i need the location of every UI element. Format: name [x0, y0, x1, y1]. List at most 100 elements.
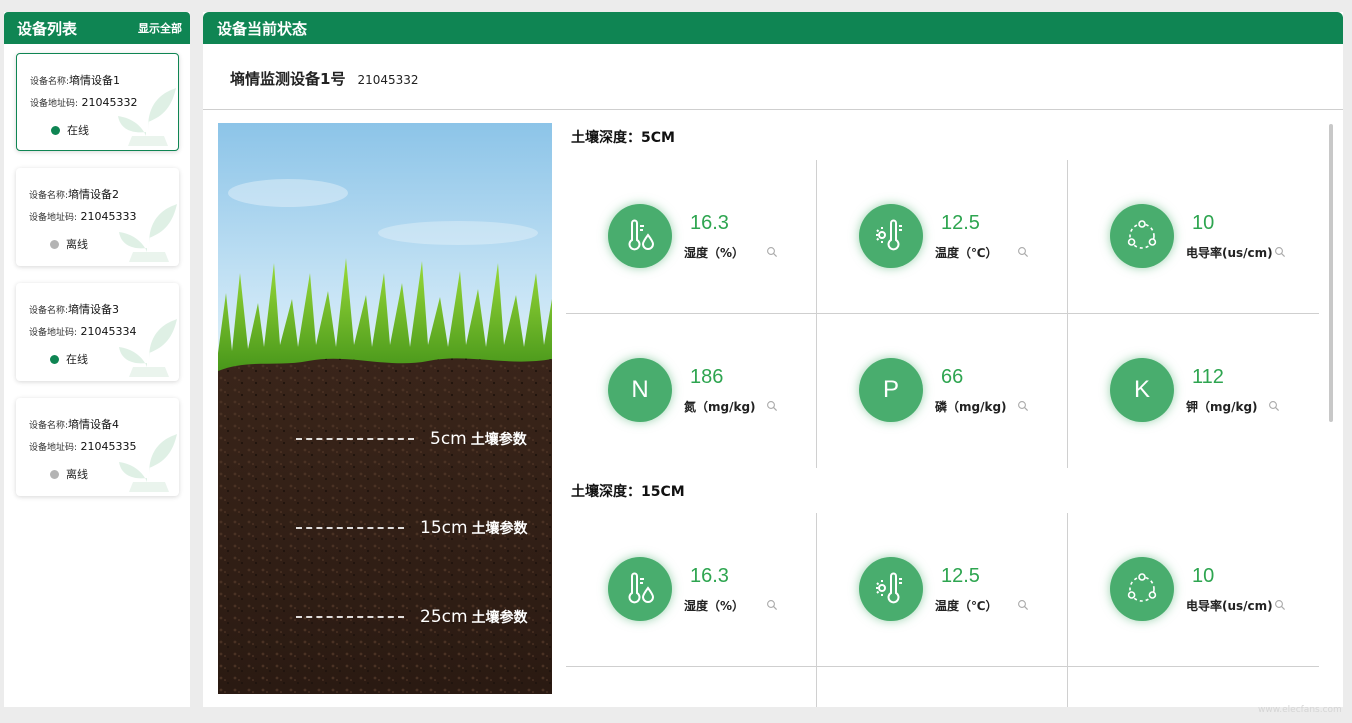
soil-layer-label: 5cm 土壤参数: [296, 429, 527, 449]
metric-label: 钾（mg/kg): [1186, 400, 1258, 414]
metric-value: 12.5: [941, 565, 980, 587]
device-name-key: 设备名称:: [29, 421, 69, 431]
watermark: www.elecfans.com: [1258, 705, 1342, 715]
status-dot: [51, 125, 60, 135]
conductivity-icon: [1110, 204, 1174, 268]
plant-icon: [119, 434, 177, 492]
device-list-title: 设备列表: [17, 19, 78, 38]
status-dot: [50, 354, 59, 364]
device-card[interactable]: 设备名称:墒情设备2 设备地址码: 21045333 离线: [16, 168, 179, 266]
layer-dashed-line: [296, 527, 404, 529]
phosphorus-icon: P: [859, 358, 923, 422]
layer-text: 土壤参数: [471, 610, 528, 626]
grid-divider: [816, 160, 817, 468]
magnify-icon[interactable]: [766, 400, 778, 412]
status-text: 在线: [66, 353, 88, 366]
magnify-icon[interactable]: [766, 599, 778, 611]
device-addr-key: 设备地址码:: [29, 443, 78, 453]
status-text: 离线: [66, 238, 88, 251]
magnify-icon[interactable]: [766, 246, 778, 258]
metric-value: 12.5: [941, 212, 980, 234]
device-card[interactable]: 设备名称:墒情设备1 设备地址码: 21045332 在线: [16, 53, 179, 151]
device-addr-key: 设备地址码:: [30, 99, 79, 109]
magnify-icon[interactable]: [1274, 246, 1286, 258]
metric-value: 66: [941, 366, 964, 388]
current-device-info: 墒情监测设备1号 21045332: [230, 68, 419, 89]
metric-label: 电导率(us/cm): [1186, 599, 1273, 613]
device-status: 离线: [50, 466, 88, 482]
device-name: 墒情设备2: [68, 188, 120, 201]
status-dot: [50, 239, 59, 249]
device-name: 墒情设备3: [68, 303, 120, 316]
device-name-row: 设备名称:墒情设备3: [29, 301, 119, 317]
magnify-icon[interactable]: [1017, 400, 1029, 412]
metric-card: 16.3 湿度（%）: [566, 513, 816, 667]
device-name-key: 设备名称:: [29, 191, 69, 201]
metric-label: 磷（mg/kg): [935, 400, 1007, 414]
metric-value: 16.3: [690, 565, 729, 587]
temperature-icon: [859, 557, 923, 621]
grid-divider: [566, 313, 1319, 314]
layer-text: 土壤参数: [471, 521, 528, 537]
metric-card: 16.3 湿度（%）: [566, 160, 816, 314]
section-title-15cm: 土壤深度：15CM: [571, 484, 685, 500]
device-status-panel: 设备当前状态 墒情监测设备1号 21045332 5cm 土壤参数 15cm 土…: [203, 12, 1343, 707]
soil-layer-label: 25cm 土壤参数: [296, 607, 528, 627]
magnify-icon[interactable]: [1017, 246, 1029, 258]
metric-label: 氮（mg/kg): [684, 400, 756, 414]
soil-layer-label: 15cm 土壤参数: [296, 518, 528, 538]
metric-label: 电导率(us/cm): [1186, 246, 1273, 260]
device-status: 离线: [50, 236, 88, 252]
data-scrollbar[interactable]: [1329, 124, 1333, 422]
layer-dashed-line: [296, 616, 404, 618]
magnify-icon[interactable]: [1268, 400, 1280, 412]
device-card[interactable]: 设备名称:墒情设备4 设备地址码: 21045335 离线: [16, 398, 179, 496]
device-name-key: 设备名称:: [29, 306, 69, 316]
metric-label: 湿度（%）: [684, 599, 745, 613]
grid-divider: [816, 513, 817, 707]
status-title: 设备当前状态: [217, 19, 308, 38]
device-status: 在线: [51, 122, 89, 138]
status-dot: [50, 469, 59, 479]
device-addr-key: 设备地址码:: [29, 213, 78, 223]
metric-label: 温度（℃）: [935, 599, 998, 613]
device-name-row: 设备名称:墒情设备2: [29, 186, 119, 202]
metric-value: 16.3: [690, 212, 729, 234]
device-list-header: 设备列表 显示全部: [4, 12, 190, 44]
metric-card: 10 电导率(us/cm): [1068, 513, 1318, 667]
metric-card: P 66 磷（mg/kg): [817, 314, 1067, 468]
device-name: 墒情设备4: [68, 418, 120, 431]
humidity-icon: [608, 557, 672, 621]
current-device-addr: 21045332: [357, 73, 419, 87]
layer-text: 土壤参数: [470, 432, 527, 448]
soil-data-area: 土壤深度：5CM 16.3 湿度（%） 12.5 温度（℃） 10 电导率(us…: [566, 123, 1332, 707]
plant-icon: [119, 204, 177, 262]
grid-divider: [1067, 160, 1068, 468]
layer-depth: 25cm: [420, 607, 468, 627]
status-text: 在线: [67, 124, 89, 137]
current-device-name: 墒情监测设备1号: [230, 70, 346, 88]
device-status: 在线: [50, 351, 88, 367]
metric-value: 112: [1192, 366, 1224, 388]
metric-card: 12.5 温度（℃）: [817, 160, 1067, 314]
status-text: 离线: [66, 468, 88, 481]
status-header: 设备当前状态: [203, 12, 1343, 44]
magnify-icon[interactable]: [1274, 599, 1286, 611]
temperature-icon: [859, 204, 923, 268]
plant-icon: [119, 319, 177, 377]
grid-divider: [1067, 513, 1068, 707]
metric-label: 湿度（%）: [684, 246, 745, 260]
metric-value: 10: [1192, 565, 1215, 587]
soil-profile-image: 5cm 土壤参数 15cm 土壤参数 25cm 土壤参数: [218, 123, 552, 694]
humidity-icon: [608, 204, 672, 268]
device-card[interactable]: 设备名称:墒情设备3 设备地址码: 21045334 在线: [16, 283, 179, 381]
metric-card: 10 电导率(us/cm): [1068, 160, 1318, 314]
magnify-icon[interactable]: [1017, 599, 1029, 611]
metric-value: 10: [1192, 212, 1215, 234]
divider: [203, 109, 1343, 110]
device-addr-key: 设备地址码:: [29, 328, 78, 338]
metric-card: K 112 钾（mg/kg): [1068, 314, 1318, 468]
metric-label: 温度（℃）: [935, 246, 998, 260]
show-all-button[interactable]: 显示全部: [138, 20, 182, 36]
device-list-panel: 设备列表 显示全部 设备名称:墒情设备1 设备地址码: 21045332 在线 …: [4, 12, 190, 707]
